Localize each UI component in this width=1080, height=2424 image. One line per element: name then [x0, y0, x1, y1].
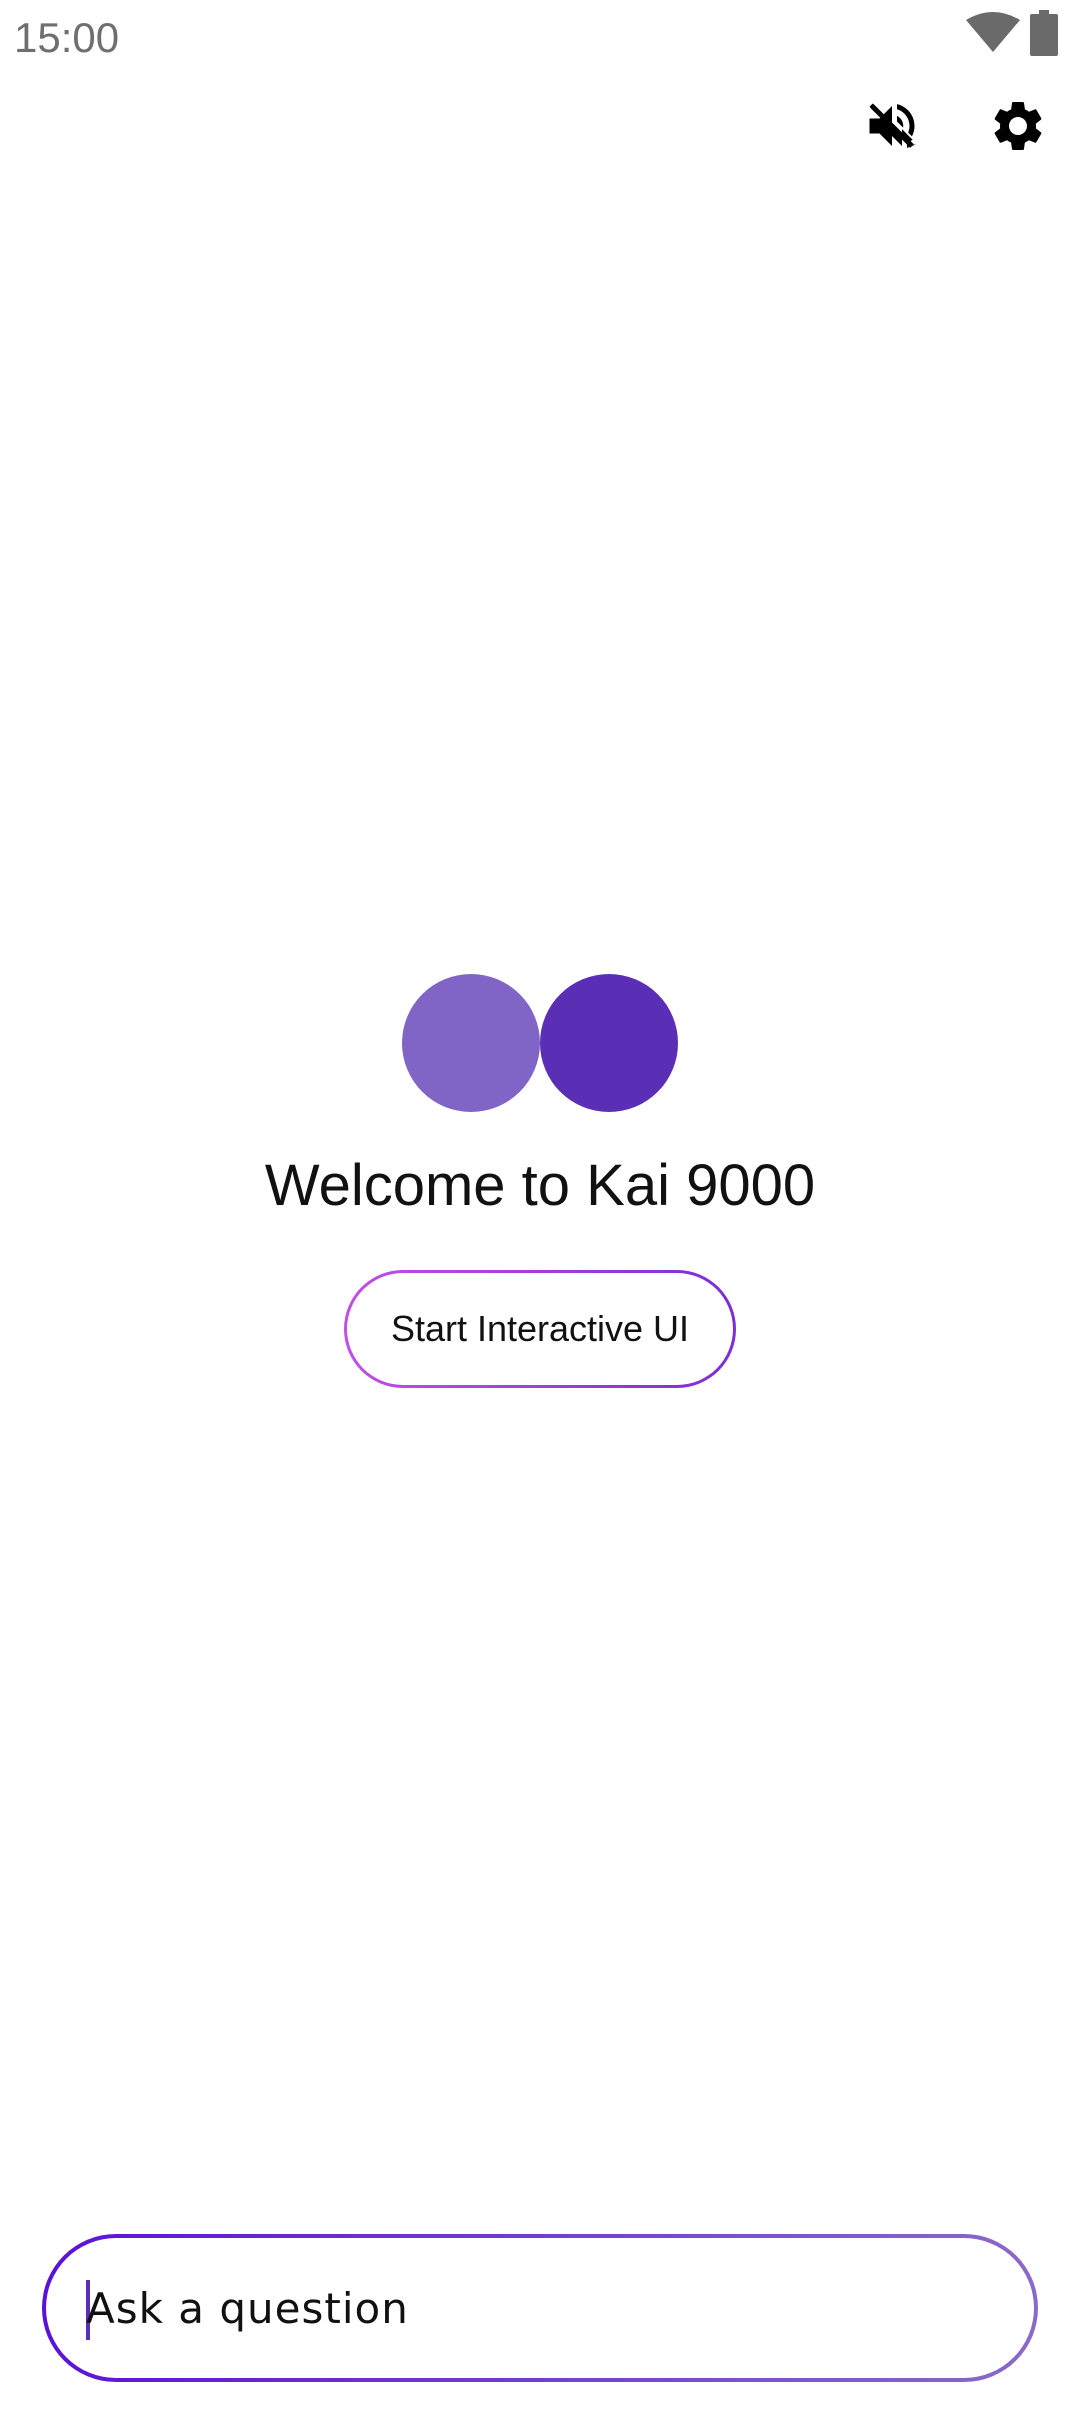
start-interactive-ui-button[interactable]: Start Interactive UI [344, 1270, 736, 1388]
status-bar: 15:00 [0, 0, 1080, 80]
question-field-inner [46, 2238, 1034, 2378]
logo-dot-left [402, 974, 540, 1112]
question-input[interactable] [86, 2238, 966, 2378]
settings-button[interactable] [988, 96, 1048, 156]
logo-dot-right [540, 974, 678, 1112]
volume-off-icon [869, 103, 917, 149]
main-screen: 15:00 Welcome to Kai 9000 Start Interact… [0, 0, 1080, 2424]
welcome-title: Welcome to Kai 9000 [264, 1153, 816, 1218]
wifi-icon [966, 12, 1020, 52]
start-button-label: Start Interactive UI [347, 1273, 733, 1385]
gear-icon [994, 102, 1042, 150]
question-field[interactable] [42, 2234, 1038, 2382]
battery-icon [1030, 10, 1058, 56]
kai-logo [402, 974, 678, 1114]
status-time: 15:00 [14, 14, 120, 61]
mute-button[interactable] [862, 96, 922, 156]
